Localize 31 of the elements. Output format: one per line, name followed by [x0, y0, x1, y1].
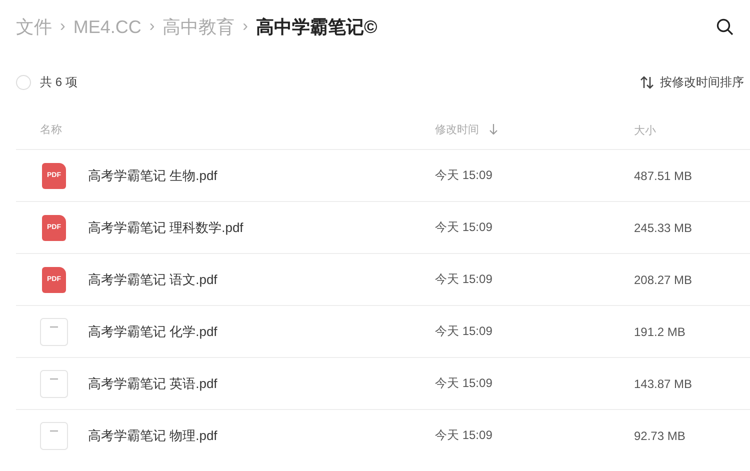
modified-time: 今天 15:09: [435, 323, 492, 340]
document-thumbnail-icon: [40, 318, 68, 346]
breadcrumb-separator: ›: [60, 18, 66, 36]
modified-time: 今天 15:09: [435, 167, 492, 184]
file-name[interactable]: 高考学霸笔记 语文.pdf: [88, 270, 218, 288]
item-count: 共 6 项: [40, 74, 78, 90]
file-size: 92.73 MB: [634, 428, 686, 442]
search-icon[interactable]: [716, 18, 734, 36]
sort-down-icon: [489, 124, 498, 135]
modified-time: 今天 15:09: [435, 375, 492, 392]
document-thumbnail-icon: [40, 370, 68, 398]
modified-time: 今天 15:09: [435, 271, 492, 288]
modified-time: 今天 15:09: [435, 427, 492, 444]
file-size: 191.2 MB: [634, 324, 686, 338]
file-name[interactable]: 高考学霸笔记 理科数学.pdf: [88, 218, 244, 236]
select-all-checkbox[interactable]: [16, 74, 31, 90]
file-size: 487.51 MB: [634, 168, 692, 182]
file-name[interactable]: 高考学霸笔记 物理.pdf: [88, 426, 218, 444]
file-size: 208.27 MB: [634, 272, 692, 286]
modified-time: 今天 15:09: [435, 219, 492, 236]
file-name[interactable]: 高考学霸笔记 化学.pdf: [88, 322, 218, 340]
file-name[interactable]: 高考学霸笔记 生物.pdf: [88, 166, 218, 184]
breadcrumb-separator: ›: [149, 18, 155, 36]
sort-button[interactable]: 按修改时间排序: [660, 74, 744, 90]
document-thumbnail-icon: [40, 422, 68, 450]
breadcrumb-separator: ›: [242, 18, 248, 36]
sort-icon[interactable]: [640, 76, 654, 88]
file-size: 143.87 MB: [634, 376, 692, 390]
current-folder-title: 高中学霸笔记©: [256, 16, 378, 39]
file-size: 245.33 MB: [634, 220, 692, 234]
file-name[interactable]: 高考学霸笔记 英语.pdf: [88, 374, 218, 392]
